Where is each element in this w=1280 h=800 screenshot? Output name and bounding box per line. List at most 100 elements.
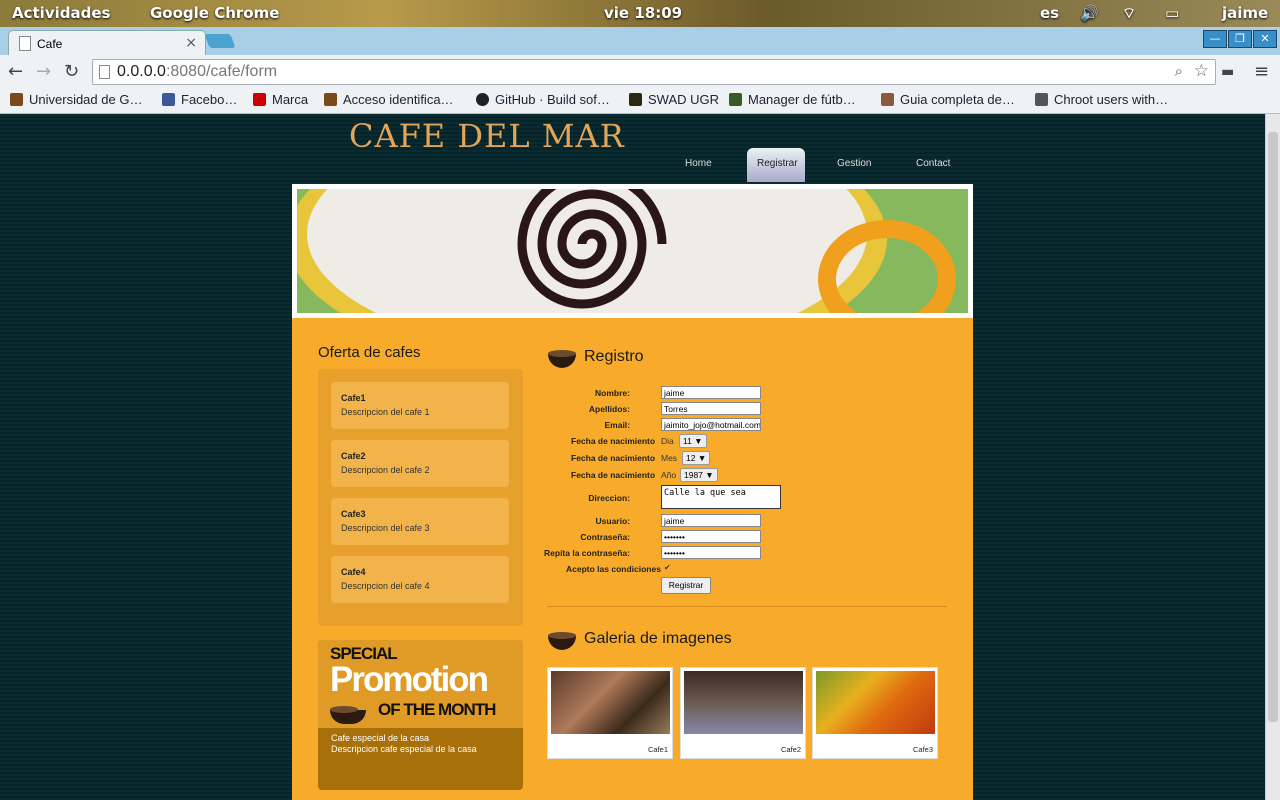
page-scrollbar[interactable] — [1265, 114, 1280, 800]
coffee-banner — [297, 189, 968, 313]
list-item[interactable]: Cafe1 Descripcion del cafe 1 — [331, 382, 509, 429]
promo-box[interactable]: SPECIAL Promotion OF THE MONTH Cafe espe… — [318, 640, 523, 790]
nav-gestion[interactable]: Gestion — [837, 158, 871, 169]
repeat-password-input[interactable]: ••••••• — [661, 546, 761, 559]
url-text[interactable]: 0.0.0.0:8080/cafe/form — [117, 63, 277, 81]
bookmark-icon — [881, 93, 894, 106]
terms-checkbox[interactable]: ✔ — [664, 563, 671, 572]
gallery-caption: Cafe2 — [780, 745, 801, 754]
scrollbar-thumb[interactable] — [1268, 132, 1278, 722]
bookmark-item[interactable]: Chroot users with… — [1035, 92, 1168, 107]
bookmark-icon — [629, 93, 642, 106]
address-bar[interactable]: 0.0.0.0:8080/cafe/form ⌕ ☆ — [92, 59, 1216, 85]
bookmark-item[interactable]: GitHub · Build sof… — [476, 92, 610, 107]
gallery-image — [684, 671, 803, 734]
bookmark-item[interactable]: Marca — [253, 92, 308, 107]
bookmark-item[interactable]: Facebo… — [162, 92, 237, 107]
bookmark-icon — [1035, 93, 1048, 106]
tab-cafe[interactable]: Cafe × — [8, 30, 206, 56]
system-top-bar: Actividades Google Chrome vie 18:09 es 🔊… — [0, 0, 1280, 27]
nav-registrar[interactable]: Registrar — [757, 158, 798, 169]
dia-select[interactable]: 11 ▼ — [679, 434, 707, 448]
nav-home[interactable]: Home — [685, 158, 712, 169]
fecha-label: Fecha de nacimiento — [571, 470, 656, 480]
dia-label: Dia — [661, 436, 674, 446]
list-item[interactable]: Cafe2 Descripcion del cafe 2 — [331, 440, 509, 487]
bookmark-item[interactable]: Manager de fútb… — [729, 92, 856, 107]
gallery-item[interactable]: Cafe2 — [680, 667, 806, 759]
back-icon[interactable]: ← — [8, 61, 23, 82]
new-tab-button[interactable] — [204, 34, 236, 48]
gallery-image — [816, 671, 935, 734]
fecha-label: Fecha de nacimiento — [571, 436, 656, 446]
bookmark-item[interactable]: Guia completa de… — [881, 92, 1015, 107]
maximize-button[interactable]: ❐ — [1228, 30, 1252, 48]
forward-icon[interactable]: → — [36, 61, 51, 82]
promo-month: OF THE MONTH — [378, 700, 496, 719]
gallery-caption: Cafe3 — [912, 745, 933, 754]
cafe-list: Cafe1 Descripcion del cafe 1 Cafe2 Descrip… — [318, 369, 523, 626]
page-icon — [19, 36, 31, 51]
direccion-textarea[interactable]: Calle la que sea — [661, 485, 781, 509]
coffee-cup-icon — [548, 350, 576, 368]
anio-select[interactable]: 1987 ▼ — [680, 468, 718, 482]
apellidos-input[interactable]: Torres — [661, 402, 761, 415]
menu-icon[interactable]: ≡ — [1254, 61, 1269, 82]
bookmark-item[interactable]: SWAD UGR — [629, 92, 719, 107]
bookmark-icon — [162, 93, 175, 106]
star-icon[interactable]: ☆ — [1194, 61, 1209, 81]
search-icon[interactable]: ⌕ — [1175, 62, 1183, 80]
wifi-icon[interactable]: ⌔ — [1122, 4, 1136, 23]
sidebar-title: Oferta de cafes — [318, 344, 421, 361]
gallery-caption: Cafe1 — [647, 745, 668, 754]
gallery-image — [551, 671, 670, 734]
bookmark-icon — [729, 93, 742, 106]
mes-label: Mes — [661, 453, 678, 463]
bookmark-item[interactable]: Acceso identifica… — [324, 92, 454, 107]
promo-line2: Descripcion cafe especial de la casa — [331, 744, 477, 754]
apellidos-label: Apellidos: — [588, 404, 630, 414]
list-item[interactable]: Cafe3 Descripcion del cafe 3 — [331, 498, 509, 545]
terms-label: Acepto las condiciones — [566, 564, 661, 574]
email-input[interactable]: jaimito_jojo@hotmail.com — [661, 418, 761, 431]
promo-title: Promotion — [330, 660, 489, 699]
section-divider — [547, 606, 947, 607]
password-label: Contraseña: — [580, 532, 630, 542]
mes-select[interactable]: 12 ▼ — [682, 451, 711, 465]
gallery-title: Galeria de imagenes — [584, 630, 732, 647]
banner-image — [297, 189, 968, 313]
close-window-button[interactable]: ✕ — [1253, 30, 1277, 48]
promo-line1: Cafe especial de la casa — [331, 733, 430, 743]
reload-icon[interactable]: ↻ — [64, 61, 79, 82]
activities-button[interactable]: Actividades — [12, 4, 110, 22]
repeat-password-label: Repita la contraseña: — [544, 548, 630, 558]
keyboard-layout[interactable]: es — [1040, 4, 1059, 22]
user-menu[interactable]: jaime — [1222, 4, 1268, 22]
extension-icon[interactable]: ▬ — [1221, 64, 1234, 80]
bookmark-icon — [476, 93, 489, 106]
volume-icon[interactable]: 🔊 — [1080, 4, 1099, 22]
register-button[interactable]: Registrar — [661, 577, 711, 594]
app-menu[interactable]: Google Chrome — [150, 4, 279, 22]
email-label: Email: — [604, 420, 630, 430]
coffee-cup-icon — [548, 632, 576, 650]
clock[interactable]: vie 18:09 — [604, 4, 682, 22]
bookmark-icon — [253, 93, 266, 106]
fecha-label: Fecha de nacimiento — [571, 453, 656, 463]
password-input[interactable]: ••••••• — [661, 530, 761, 543]
nombre-input[interactable]: jaime — [661, 386, 761, 399]
usuario-input[interactable]: jaime — [661, 514, 761, 527]
gallery-item[interactable]: Cafe3 — [812, 667, 938, 759]
site-logo[interactable]: CAFE DEL MAR — [349, 117, 625, 155]
anio-label: Año — [661, 470, 677, 480]
minimize-button[interactable]: — — [1203, 30, 1227, 48]
bookmark-item[interactable]: Universidad de G… — [10, 92, 142, 107]
nav-contact[interactable]: Contact — [916, 158, 950, 169]
gallery-item[interactable]: Cafe1 — [547, 667, 673, 759]
direccion-label: Direccion: — [588, 493, 630, 503]
tab-strip: Cafe × — [0, 27, 1280, 56]
bookmark-icon — [10, 93, 23, 106]
battery-icon[interactable]: ▭ — [1165, 4, 1179, 22]
close-tab-icon[interactable]: × — [185, 35, 197, 51]
list-item[interactable]: Cafe4 Descripcion del cafe 4 — [331, 556, 509, 603]
